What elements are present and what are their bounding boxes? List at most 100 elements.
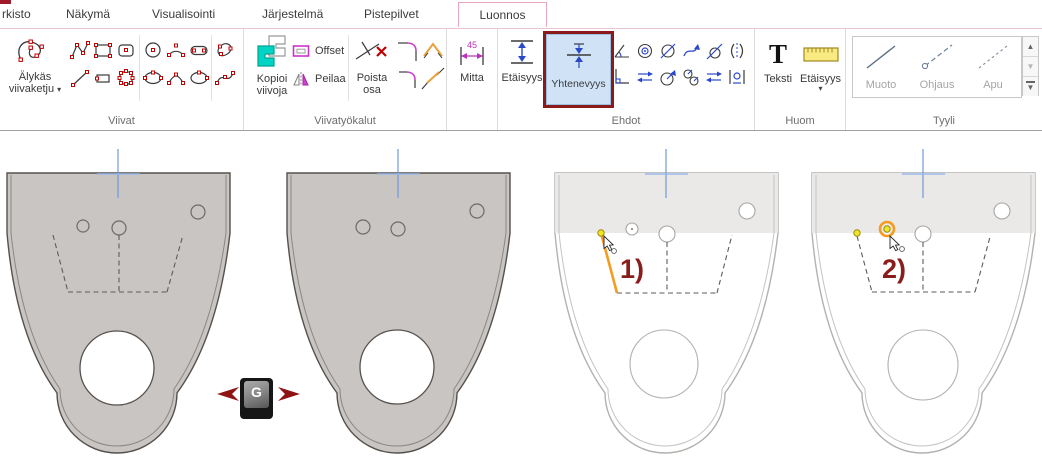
distance-constraint-icon [505, 37, 539, 67]
mirror-icon [292, 71, 311, 87]
coincident-constraint-button-selected[interactable]: Yhtenevyys [543, 31, 614, 108]
angle-constraint-button[interactable] [612, 41, 632, 63]
symmetric-constraint-button[interactable] [727, 41, 747, 63]
tab-luonnos[interactable]: Luonnos [458, 2, 547, 27]
offset-icon [292, 44, 311, 59]
radius-constraint-button[interactable] [658, 67, 678, 89]
style-item-muoto[interactable]: Muoto [853, 37, 909, 97]
tab-nakyma[interactable]: Näkymä [66, 7, 110, 21]
measure-label: Mitta [449, 72, 495, 84]
style-item-apu-label: Apu [965, 79, 1021, 91]
app-logo-fragment [0, 0, 11, 4]
part-body [7, 173, 230, 453]
trim-button[interactable]: Poista osa [352, 31, 392, 125]
gallery-scroll-up-button[interactable]: ▲ [1023, 37, 1038, 57]
group-label-viivat: Viivat [0, 115, 243, 127]
copy-lines-icon [254, 34, 290, 68]
group-label-huom: Huom [755, 115, 845, 127]
part-body [287, 173, 510, 453]
g-key-letter: G [240, 384, 273, 400]
step-label: 1) [620, 254, 644, 284]
diameter-constraint-button[interactable] [658, 41, 678, 63]
arc-tool-button[interactable] [165, 67, 187, 89]
arrow-right-icon [278, 385, 300, 403]
divider [348, 35, 349, 101]
main-hole [80, 331, 154, 405]
fillet-button[interactable] [396, 39, 420, 61]
menu-bar: rkisto Näkymä Visualisointi Järjestelmä … [0, 0, 1042, 28]
selected-point[interactable] [884, 226, 890, 232]
copy-lines-button[interactable]: Kopioi viivoja [250, 31, 294, 125]
gallery-scrollbar: ▲ ▼ ▼ [1022, 36, 1039, 96]
arc-3-point-tool-button[interactable] [165, 39, 187, 61]
main-hole [888, 330, 958, 400]
pilot-hole [739, 203, 755, 219]
concentric-constraint-button[interactable] [635, 41, 655, 63]
hole-center-point [631, 228, 633, 230]
measure-button[interactable]: 45 Mitta [449, 31, 495, 125]
chamfer-button[interactable] [421, 39, 445, 61]
ribbon-group-ehdot: Etäisyys Yhtenevyys [498, 29, 755, 130]
pilot-hole [915, 226, 931, 242]
part-drawing-4: 2) [810, 145, 1038, 461]
tangent-constraint-button[interactable] [681, 41, 701, 63]
rectangle-tool-button[interactable] [92, 39, 114, 61]
arrow-left-icon [217, 385, 239, 403]
ribbon-group-huom: T Teksti Etäisyys ▾ Huom [755, 29, 846, 130]
polyline-tool-button[interactable] [69, 39, 91, 61]
ribbon-group-viivatyokalut: Kopioi viivoja Offset Peilaa Poista osa [244, 29, 447, 130]
divider [139, 35, 140, 101]
text-button[interactable]: T Teksti [759, 31, 797, 125]
trim-label-1: Poista [352, 72, 392, 84]
perpendicular-constraint-button[interactable] [612, 67, 632, 89]
g-key: G [240, 378, 273, 419]
line-tool-button[interactable] [69, 67, 91, 89]
style-gallery: Muoto Ohjaus Apu [852, 36, 1022, 98]
tab-pistepilvet[interactable]: Pistepilvet [364, 7, 419, 21]
smart-polyline-icon [13, 36, 57, 66]
gallery-scroll-down-button[interactable]: ▼ [1023, 57, 1038, 77]
drawing-canvas: G 1) [0, 131, 1042, 466]
spline-tool-button[interactable] [214, 67, 236, 89]
chamfer-line-button[interactable] [421, 67, 445, 89]
midpoint-constraint-button[interactable] [727, 67, 747, 89]
smart-polyline-label-1: Älykäs [4, 71, 66, 83]
cad-application-window: rkisto Näkymä Visualisointi Järjestelmä … [0, 0, 1042, 466]
rounded-rectangle-tool-button[interactable] [115, 39, 137, 61]
circle-tool-button[interactable] [142, 39, 164, 61]
part-drawing-1 [5, 145, 233, 461]
group-label-tyyli: Tyyli [846, 115, 1042, 127]
equal-length-constraint-button[interactable] [704, 67, 724, 89]
tab-visualisointi[interactable]: Visualisointi [152, 7, 215, 21]
endpoint-marker [598, 230, 604, 236]
step-label: 2) [882, 254, 906, 284]
guide-line-style-icon [917, 41, 957, 73]
gallery-more-button[interactable]: ▼ [1023, 77, 1038, 96]
text-icon: T [759, 41, 797, 67]
tab-arkisto[interactable]: rkisto [2, 7, 31, 21]
style-item-apu[interactable]: Apu [965, 37, 1021, 97]
equal-radius-constraint-button[interactable] [681, 67, 701, 89]
filled-rectangle-tool-button[interactable] [92, 67, 114, 89]
aux-line-style-icon [973, 41, 1013, 73]
fillet-corner-button[interactable] [396, 67, 420, 89]
style-item-ohjaus[interactable]: Ohjaus [909, 37, 965, 97]
distance-constraint-button[interactable]: Etäisyys [501, 31, 543, 125]
tab-jarjestelma[interactable]: Järjestelmä [262, 7, 323, 21]
offset-label: Offset [315, 45, 344, 57]
parallel-constraint-button[interactable] [635, 67, 655, 89]
polygon-tool-button[interactable] [115, 67, 137, 89]
smart-polyline-button[interactable]: Älykäs viivaketju ▾ [4, 31, 66, 125]
tangent-circle-constraint-button[interactable] [704, 41, 724, 63]
ellipse-tool-button[interactable] [188, 67, 210, 89]
mirror-label: Peilaa [315, 73, 346, 85]
closed-spline-tool-button[interactable] [214, 39, 236, 61]
ellipse-points-tool-button[interactable] [142, 67, 164, 89]
distance-annotation-button[interactable]: Etäisyys ▾ [798, 31, 843, 125]
pilot-hole [659, 226, 675, 242]
measure-icon: 45 [457, 39, 487, 67]
ruler-icon [803, 46, 839, 64]
mirror-button[interactable]: Peilaa [292, 67, 346, 91]
slot-tool-button[interactable] [188, 39, 210, 61]
offset-button[interactable]: Offset [292, 39, 344, 63]
